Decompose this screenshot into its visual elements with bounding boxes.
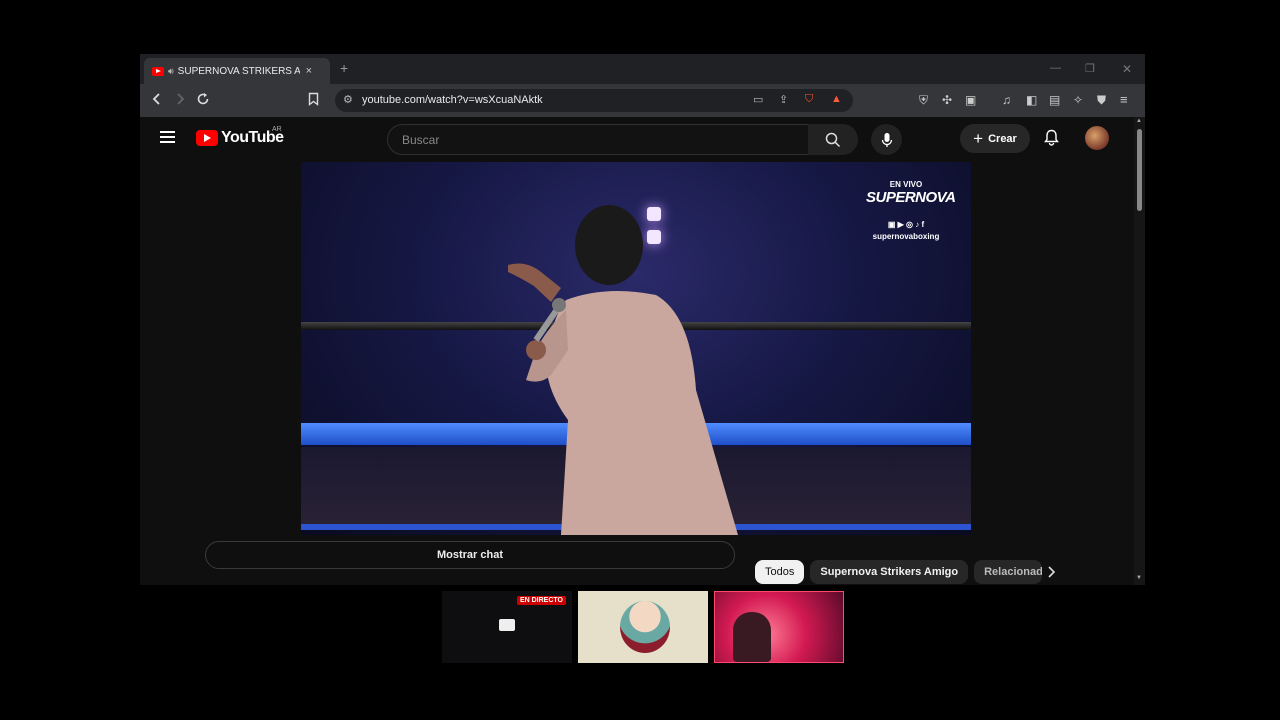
thumbnail-streamer[interactable] bbox=[714, 591, 844, 663]
avatar[interactable] bbox=[1085, 126, 1109, 150]
bookmark-icon[interactable] bbox=[308, 92, 319, 109]
tab-youtube[interactable]: 🔊︎ SUPERNOVA STRIKERS AMIGO × bbox=[144, 58, 330, 84]
video-player[interactable]: EN VIVO SUPERNOVA ▣ ▶ ◎ ♪ f supernovabox… bbox=[301, 162, 971, 535]
chip-supernova[interactable]: Supernova Strikers Amigo bbox=[810, 560, 969, 584]
close-window-icon[interactable]: ✕ bbox=[1122, 62, 1132, 76]
wallet-icon[interactable]: ▤ bbox=[1049, 92, 1060, 108]
screenshot-icon[interactable]: ▣ bbox=[965, 92, 976, 108]
youtube-favicon-icon bbox=[152, 66, 164, 76]
show-chat-button[interactable]: Mostrar chat bbox=[205, 541, 735, 569]
media-icon[interactable]: ♫ bbox=[1002, 92, 1011, 108]
search-button[interactable] bbox=[808, 124, 858, 155]
microphone-icon bbox=[881, 132, 892, 147]
speaker-icon[interactable]: 🔊︎ bbox=[168, 66, 174, 77]
channel-watermark: EN VIVO SUPERNOVA ▣ ▶ ◎ ♪ f supernovabox… bbox=[866, 180, 956, 241]
watermark-handle: supernovaboxing bbox=[872, 232, 940, 241]
youtube-logo[interactable]: YouTube AR bbox=[196, 126, 284, 147]
chip-todos[interactable]: Todos bbox=[755, 560, 805, 584]
search-input[interactable] bbox=[400, 132, 784, 148]
related-chips: Todos Supernova Strikers Amigo Relaciona… bbox=[755, 560, 1048, 586]
tab-strip: 🔊︎ SUPERNOVA STRIKERS AMIGO × + — ❐ ✕ bbox=[140, 54, 1145, 84]
site-info-icon[interactable]: ⚙︎ bbox=[343, 93, 353, 106]
announcer-figure bbox=[508, 205, 738, 535]
anime-character-image bbox=[620, 601, 670, 653]
streamer-image bbox=[733, 612, 771, 662]
search-box[interactable] bbox=[387, 124, 810, 155]
tab-close-icon[interactable]: × bbox=[306, 65, 312, 77]
extensions-icon[interactable]: ✣ bbox=[942, 92, 952, 108]
url-text: youtube.com/watch?v=wsXcuaNAktk bbox=[362, 94, 543, 106]
scrollbar-thumb[interactable] bbox=[1137, 129, 1142, 211]
browser-window: 🔊︎ SUPERNOVA STRIKERS AMIGO × + — ❐ ✕ ⚙︎… bbox=[140, 54, 1145, 585]
youtube-play-icon bbox=[196, 130, 218, 146]
thumbnail-live[interactable]: EN DIRECTO bbox=[442, 591, 572, 663]
chip-relacionados[interactable]: Relacionad bbox=[974, 560, 1043, 584]
reload-icon[interactable] bbox=[196, 92, 210, 109]
scroll-down-icon[interactable]: ▼ bbox=[1136, 575, 1142, 581]
thumbnail-anime[interactable] bbox=[578, 591, 708, 663]
menu-icon[interactable]: ≡ bbox=[1120, 92, 1128, 108]
forward-icon[interactable] bbox=[175, 92, 185, 109]
create-button[interactable]: + Crear bbox=[960, 124, 1030, 153]
restore-icon[interactable]: ❐ bbox=[1085, 62, 1095, 75]
share-icon[interactable]: ⇪ bbox=[779, 93, 788, 106]
create-label: Crear bbox=[988, 132, 1017, 145]
notifications-bell-icon[interactable] bbox=[1044, 129, 1059, 146]
new-tab-button[interactable]: + bbox=[340, 60, 348, 76]
scrollbar[interactable]: ▲ ▼ bbox=[1134, 117, 1145, 585]
plus-icon: + bbox=[973, 128, 984, 148]
youtube-header: YouTube AR + Crear bbox=[140, 117, 1134, 159]
video-thumbnails: EN DIRECTO bbox=[442, 591, 850, 663]
minimize-icon[interactable]: — bbox=[1050, 62, 1061, 74]
chevron-right-icon[interactable] bbox=[1047, 566, 1056, 581]
hamburger-menu-icon[interactable] bbox=[160, 131, 175, 146]
brave-rewards-icon[interactable]: ▲ bbox=[831, 93, 842, 105]
social-icons: ▣ ▶ ◎ ♪ f bbox=[887, 220, 925, 229]
address-bar[interactable]: ⚙︎ youtube.com/watch?v=wsXcuaNAktk ▭ ⇪ ⛉… bbox=[335, 89, 853, 112]
tab-title: SUPERNOVA STRIKERS AMIGO bbox=[177, 65, 300, 77]
cast-icon[interactable]: ▭ bbox=[753, 93, 763, 106]
brave-shields-icon[interactable]: ⛉ bbox=[805, 93, 813, 106]
vpn-shield-icon[interactable]: ⛊ bbox=[1097, 92, 1106, 108]
watermark-brand: SUPERNOVA bbox=[866, 189, 956, 206]
scroll-up-icon[interactable]: ▲ bbox=[1136, 118, 1142, 124]
voice-search-button[interactable] bbox=[871, 124, 902, 155]
watermark-live-label: EN VIVO bbox=[889, 180, 923, 189]
search-icon bbox=[825, 132, 841, 147]
monitor-icon bbox=[499, 619, 515, 631]
live-badge: EN DIRECTO bbox=[516, 596, 566, 605]
back-icon[interactable] bbox=[152, 92, 162, 109]
country-code: AR bbox=[272, 126, 282, 133]
leo-ai-icon[interactable]: ✧ bbox=[1073, 92, 1083, 108]
sidebar-icon[interactable]: ◧ bbox=[1026, 92, 1037, 108]
vpn-icon[interactable]: ⛨ bbox=[919, 92, 928, 108]
browser-toolbar: ⚙︎ youtube.com/watch?v=wsXcuaNAktk ▭ ⇪ ⛉… bbox=[140, 84, 1145, 117]
